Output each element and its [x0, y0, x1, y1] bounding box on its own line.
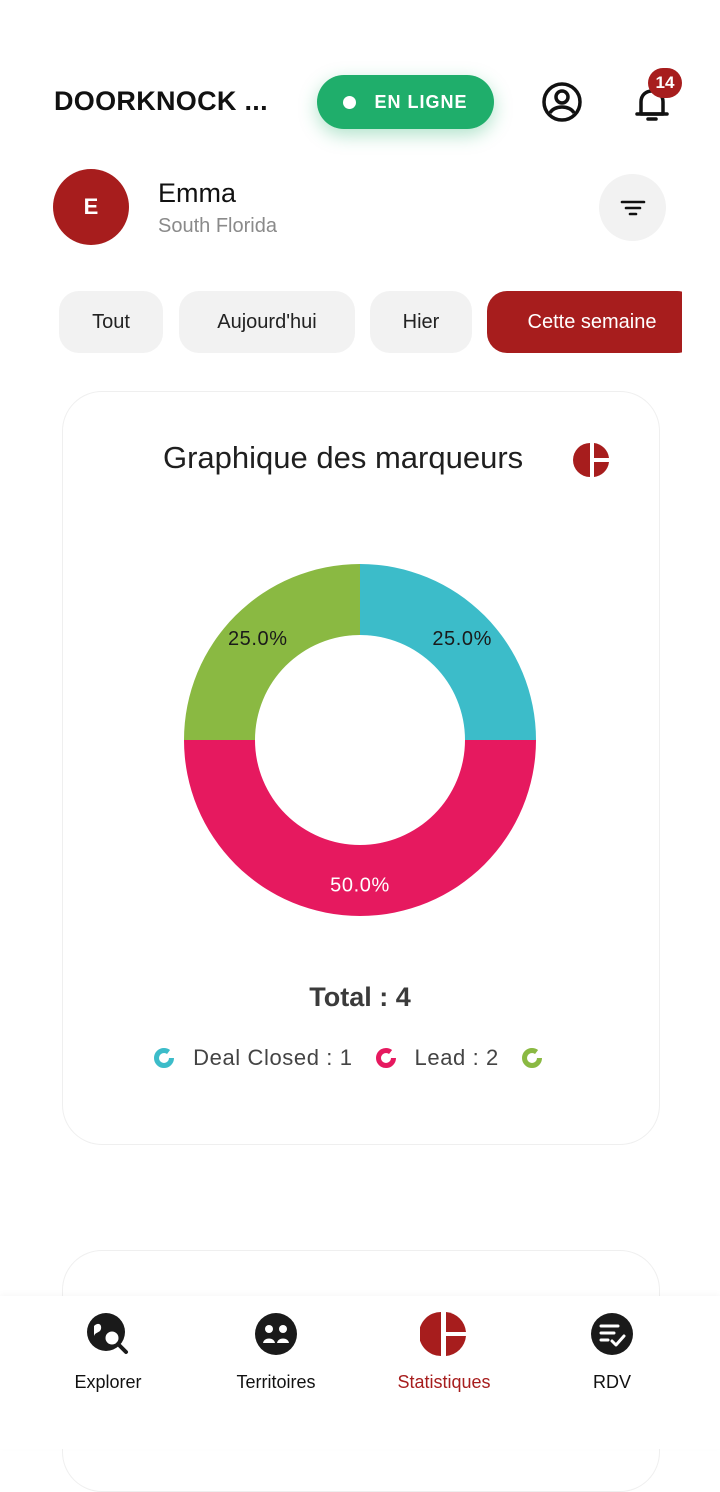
legend-item-deal-closed: Deal Closed : 1: [153, 1045, 358, 1071]
donut-legend-icon: [521, 1048, 542, 1068]
chart-legend: Deal Closed : 1 Lead : 2: [0, 1040, 720, 1076]
donut-slice-label: 25.0%: [432, 628, 492, 650]
donut-chart: 25.0% 50.0% 25.0%: [184, 564, 536, 916]
nav-label: Territoires: [236, 1372, 316, 1392]
donut-legend-icon: [154, 1048, 175, 1068]
donut-slice-2: [184, 564, 360, 740]
donut-slice-label: 50.0%: [330, 875, 390, 897]
explore-icon: [87, 1313, 128, 1354]
nav-statistiques[interactable]: Statistiques: [374, 1310, 514, 1393]
pie-chart-icon: [420, 1312, 466, 1356]
legend-item-lead: Lead : 2: [375, 1045, 505, 1071]
donut-slice-0: [360, 564, 536, 740]
donut-legend-icon: [375, 1048, 396, 1068]
legend-label: Lead : 2: [414, 1045, 499, 1070]
legend-label: Deal Closed : 1: [193, 1045, 353, 1070]
nav-territoires[interactable]: Territoires: [206, 1310, 346, 1393]
nav-explorer[interactable]: Explorer: [38, 1310, 178, 1393]
appointment-icon: [591, 1313, 633, 1355]
donut-slice-label: 25.0%: [228, 628, 288, 650]
nav-label: Statistiques: [397, 1372, 491, 1392]
legend-item-third: [521, 1047, 567, 1069]
territories-icon: [255, 1313, 297, 1355]
total-label: Total : 4: [309, 982, 411, 1012]
nav-rdv[interactable]: RDV: [542, 1310, 682, 1393]
nav-label: RDV: [592, 1372, 631, 1392]
nav-label: Explorer: [74, 1372, 142, 1392]
